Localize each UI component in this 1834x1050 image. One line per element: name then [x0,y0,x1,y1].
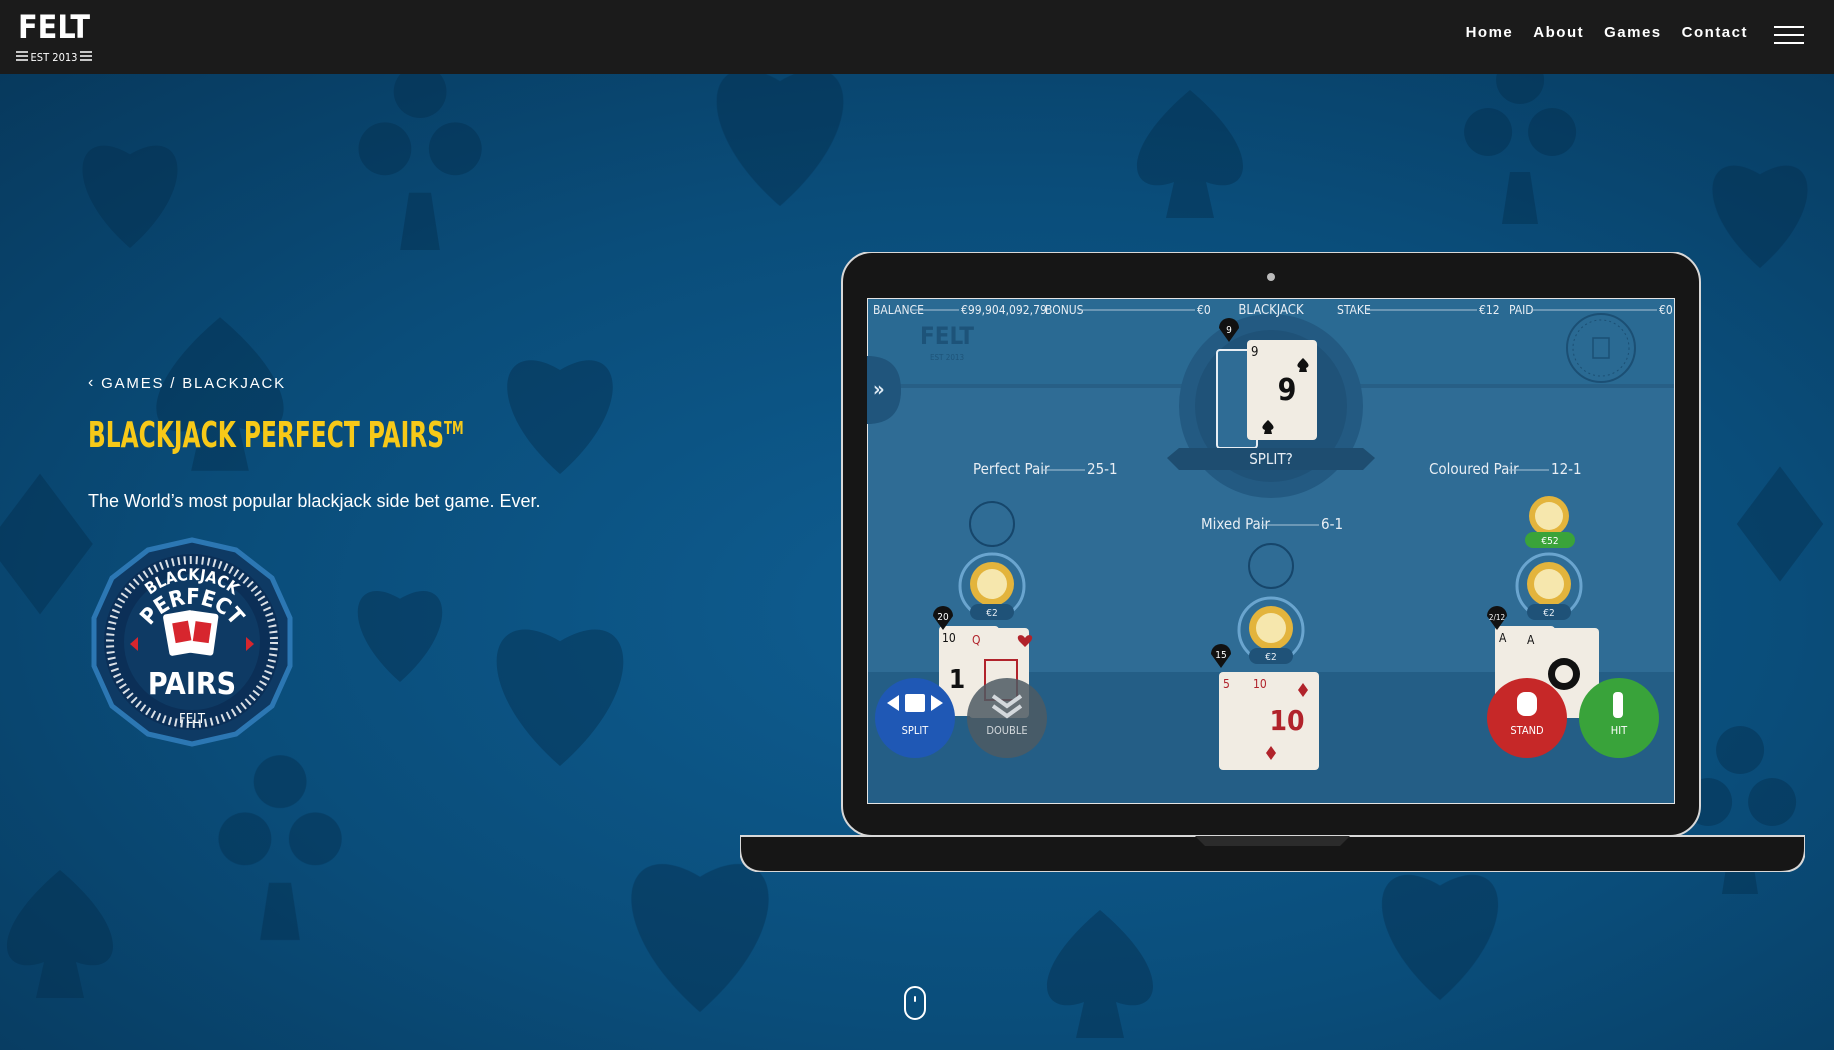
scroll-down-indicator[interactable] [904,986,926,1020]
svg-text:€52: €52 [1541,536,1558,547]
coloured-pair-label: Coloured Pair [1429,460,1519,478]
nav-link-games[interactable]: Games [1604,24,1662,41]
nav-link-about[interactable]: About [1533,24,1584,41]
hand-tap-icon [1613,692,1623,718]
svg-text:HIT: HIT [1611,724,1628,737]
svg-text:FELT: FELT [920,322,974,350]
felt-logo[interactable]: FELT EST 2013 [14,8,94,66]
svg-text:DOUBLE: DOUBLE [986,724,1027,737]
game-screen[interactable]: BALANCE €99,904,092,79 BONUS €0 STAKE €1… [867,298,1675,804]
svg-text:5: 5 [1223,677,1230,691]
svg-text:1: 1 [949,665,965,695]
coloured-pair-odds: 12-1 [1551,460,1582,478]
svg-text:A: A [1527,633,1535,647]
svg-text:A: A [1499,631,1507,645]
svg-text:10: 10 [1269,704,1304,737]
paid-value: €0 [1659,303,1673,317]
hand-1-count: 20 [937,612,949,623]
nav-link-contact[interactable]: Contact [1682,24,1748,41]
double-button[interactable]: DOUBLE [967,678,1047,758]
paid-label: PAID [1509,303,1534,317]
double-chevron-right-icon: » [873,377,885,401]
nav-link-home[interactable]: Home [1466,24,1514,41]
split-button[interactable]: SPLIT [875,678,955,758]
dealer-count: 9 [1226,325,1232,336]
mixed-pair-odds: 6-1 [1321,515,1343,533]
bonus-value: €0 [1197,303,1211,317]
chevron-left-icon[interactable]: ‹ [88,374,95,392]
perfect-pair-odds: 25-1 [1087,460,1118,478]
dealer-card-rank: 9 [1251,345,1258,360]
page-title: BLACKJACK PERFECT PAIRSTM [88,415,464,456]
dealer-card-center: 9 [1278,373,1297,408]
svg-text:FELT: FELT [18,8,90,46]
svg-text:Q: Q [972,633,981,647]
stake-value: €12 [1479,303,1500,317]
svg-text:€2: €2 [1265,652,1276,663]
svg-text:SPLIT: SPLIT [902,724,930,737]
page-subtitle: The World’s most popular blackjack side … [88,491,541,511]
svg-text:€2: €2 [1543,608,1554,619]
hand-3-count: 2/12 [1489,613,1505,622]
breadcrumb: ‹ GAMES / BLACKJACK [88,374,286,392]
svg-text:EST 2013: EST 2013 [930,353,964,362]
split-prompt: SPLIT? [1249,450,1293,468]
svg-text:10: 10 [1253,677,1267,691]
svg-text:STAND: STAND [1510,724,1544,737]
menu-icon[interactable] [1774,26,1804,46]
svg-text:10: 10 [942,631,956,645]
svg-text:PAIRS: PAIRS [148,667,236,702]
breadcrumb-link[interactable]: GAMES / BLACKJACK [101,375,286,392]
stand-button[interactable]: STAND [1487,678,1567,758]
hand-stop-icon [1517,692,1537,716]
top-navbar: FELT EST 2013 Home About Games Contact [0,0,1834,74]
main-nav: Home About Games Contact [1466,24,1748,41]
stake-label: STAKE [1337,303,1371,317]
hand-2-count: 15 [1215,650,1226,661]
mouse-wheel-icon [914,996,916,1002]
split-icon [905,694,925,712]
svg-text:EST 2013: EST 2013 [31,51,78,64]
perfect-pairs-badge-logo: BLACKJACK PERFECT PAIRS FELT [91,537,293,747]
blackjack-arc-label: BLACKJACK [1238,303,1304,318]
perfect-pair-label: Perfect Pair [973,460,1050,478]
hit-button[interactable]: HIT [1579,678,1659,758]
svg-text:€2: €2 [986,608,997,619]
mixed-pair-label: Mixed Pair [1201,515,1271,533]
balance-value: €99,904,092,79 [961,303,1047,317]
trademark-sup: TM [444,418,464,439]
svg-text:FELT: FELT [179,712,206,727]
bonus-label: BONUS [1045,303,1084,317]
